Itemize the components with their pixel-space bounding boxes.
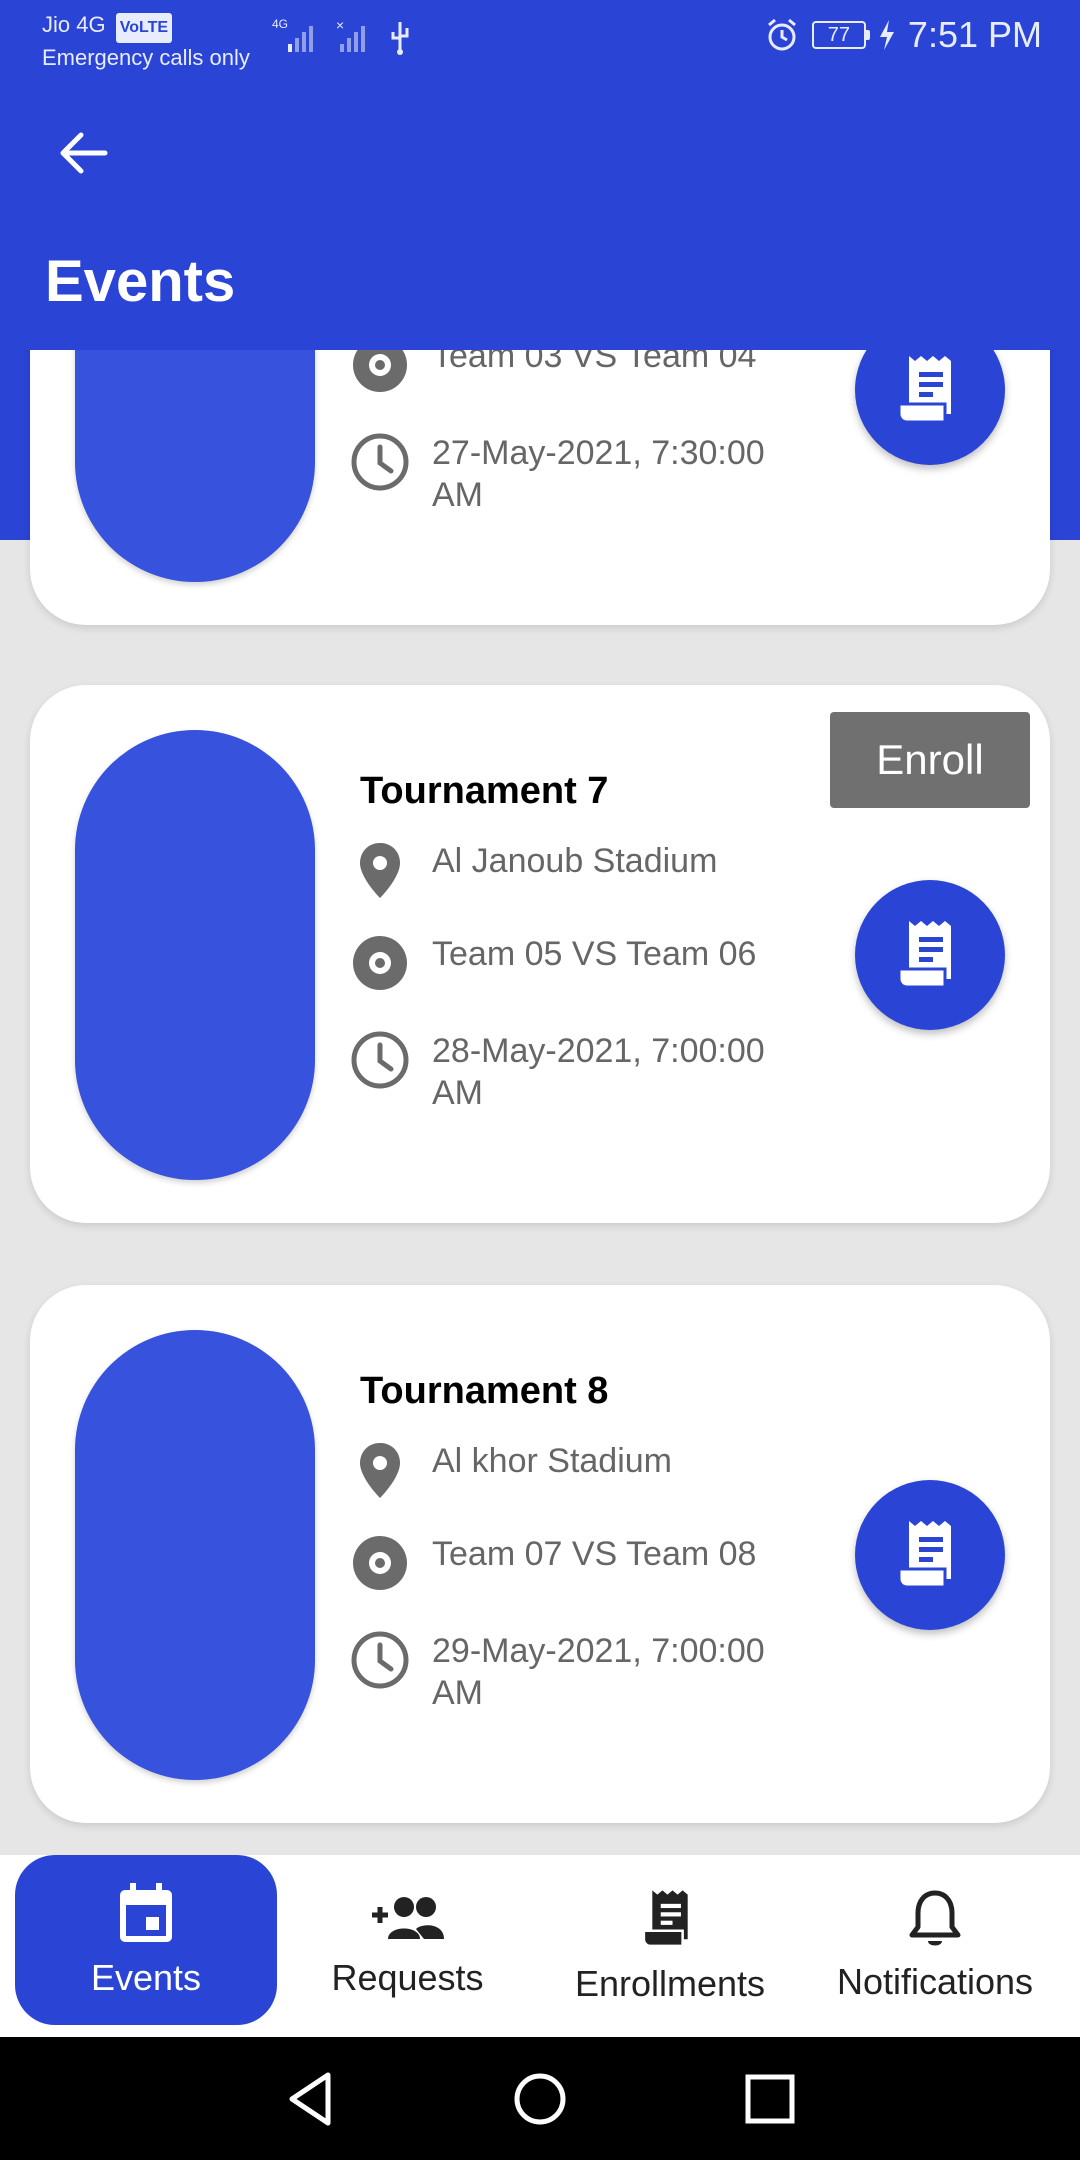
event-datetime-row: 27-May-2021, 7:30:00 AM xyxy=(350,432,782,516)
receipt-icon xyxy=(897,1521,951,1589)
event-teams-row: Team 03 VS Team 04 xyxy=(350,350,782,395)
status-time: 7:51 PM xyxy=(907,14,1042,55)
receipt-icon xyxy=(897,356,951,424)
event-card[interactable]: Tournament 7 Al Janoub Stadium Team 05 V… xyxy=(30,685,1050,1223)
location-pin-icon xyxy=(360,1443,400,1498)
event-location: Al Janoub Stadium xyxy=(432,842,718,880)
event-datetime-row: 29-May-2021, 7:00:00 AM xyxy=(350,1630,782,1714)
event-location-row: Al Janoub Stadium xyxy=(350,840,782,900)
emergency-label: Emergency calls only xyxy=(42,45,250,70)
nav-item-notifications[interactable]: Notifications xyxy=(815,1855,1055,2037)
receipt-icon xyxy=(897,921,951,989)
signal-icon: 4G × xyxy=(272,17,409,55)
status-left: Jio 4G VoLTE Emergency calls only xyxy=(42,10,250,73)
nav-item-requests[interactable]: Requests xyxy=(300,1855,515,2037)
clock-icon xyxy=(351,1631,409,1689)
charging-icon xyxy=(879,20,894,50)
enroll-button[interactable]: Enroll xyxy=(830,712,1030,808)
location-pin-icon xyxy=(360,843,400,898)
calendar-icon xyxy=(120,1883,172,1942)
enroll-fab[interactable] xyxy=(855,1480,1005,1630)
event-datetime: 28-May-2021, 7:00:00 AM xyxy=(432,1032,765,1112)
nav-item-events[interactable]: Events xyxy=(15,1855,277,2025)
event-location: Al khor Stadium xyxy=(432,1442,672,1480)
clock-icon xyxy=(351,1031,409,1089)
event-teams: Team 05 VS Team 06 xyxy=(432,935,757,973)
disc-icon xyxy=(353,936,407,990)
bell-icon xyxy=(909,1890,961,1946)
event-card[interactable]: Tournament 8 Al khor Stadium Team 07 VS … xyxy=(30,1285,1050,1823)
nav-label-events: Events xyxy=(90,1957,202,1998)
event-teams-row: Team 05 VS Team 06 xyxy=(350,933,782,993)
nav-item-enrollments[interactable]: Enrollments xyxy=(560,1855,780,2037)
event-teams: Team 07 VS Team 08 xyxy=(432,1535,757,1573)
home-circle-icon[interactable] xyxy=(510,2069,570,2129)
recents-square-icon[interactable] xyxy=(740,2069,800,2129)
enroll-fab[interactable] xyxy=(855,880,1005,1030)
event-location-row: Al khor Stadium xyxy=(350,1440,782,1500)
battery-indicator: 77 xyxy=(811,21,870,49)
receipt-icon xyxy=(642,1890,688,1948)
nav-label-enrollments: Enrollments xyxy=(574,1963,766,2004)
nav-label-notifications: Notifications xyxy=(836,1961,1034,2002)
svg-text:4G: 4G xyxy=(272,17,288,31)
svg-text:×: × xyxy=(336,17,344,33)
event-title: Tournament 7 xyxy=(360,770,609,812)
event-datetime: 29-May-2021, 7:00:00 AM xyxy=(432,1632,765,1712)
arrow-left-icon xyxy=(60,132,108,174)
event-datetime: 27-May-2021, 7:30:00 AM xyxy=(432,434,765,514)
event-title: Tournament 8 xyxy=(360,1370,609,1412)
disc-icon xyxy=(353,1536,407,1590)
carrier-label: Jio 4G xyxy=(42,12,106,37)
event-list[interactable]: Team 03 VS Team 04 27-May-2021, 7:30:00 … xyxy=(0,350,1080,1855)
event-teams: Team 03 VS Team 04 xyxy=(432,350,757,375)
bottom-navigation: Events Requests Enrollments Notification… xyxy=(0,1855,1080,2037)
event-image xyxy=(75,1330,315,1780)
enroll-fab[interactable] xyxy=(855,350,1005,465)
back-triangle-icon[interactable] xyxy=(280,2069,340,2129)
alarm-icon xyxy=(767,18,796,51)
clock-icon xyxy=(351,433,409,491)
disc-icon xyxy=(353,350,407,392)
add-group-icon xyxy=(371,1897,444,1939)
event-image xyxy=(75,730,315,1180)
event-datetime-row: 28-May-2021, 7:00:00 AM xyxy=(350,1030,782,1114)
event-image xyxy=(75,350,315,582)
carrier-row: Jio 4G VoLTE xyxy=(42,10,250,43)
event-teams-row: Team 07 VS Team 08 xyxy=(350,1533,782,1593)
back-button[interactable] xyxy=(50,120,116,186)
volte-badge: VoLTE xyxy=(115,13,173,43)
status-bar: Jio 4G VoLTE Emergency calls only 4G × 7… xyxy=(0,0,1080,80)
system-navigation-bar xyxy=(0,2037,1080,2160)
nav-label-requests: Requests xyxy=(331,1957,484,1998)
event-card[interactable]: Team 03 VS Team 04 27-May-2021, 7:30:00 … xyxy=(30,350,1050,625)
status-right: 77 7:51 PM xyxy=(764,14,1042,56)
page-title: Events xyxy=(45,249,236,314)
